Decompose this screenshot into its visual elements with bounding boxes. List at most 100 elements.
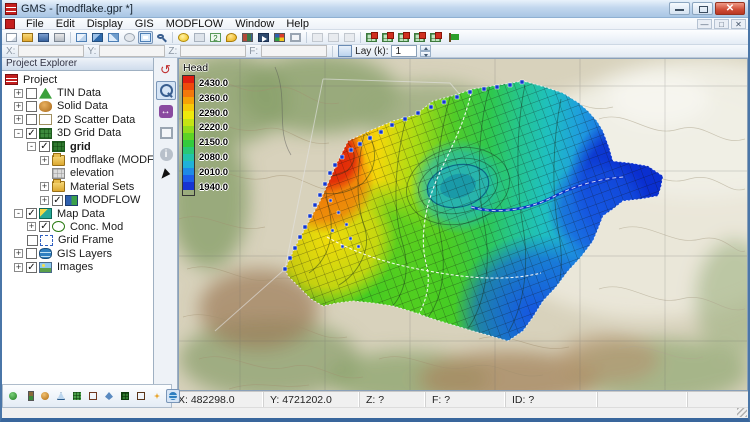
tree-item-gis-layers[interactable]: + GIS Layers — [2, 247, 153, 260]
checkbox[interactable] — [27, 235, 38, 246]
move-disabled-button[interactable] — [326, 31, 341, 44]
gis-module-icon[interactable] — [166, 389, 180, 403]
activate-cells-button[interactable] — [412, 31, 427, 44]
menu-help[interactable]: Help — [280, 18, 315, 30]
map-module-icon[interactable] — [150, 389, 164, 403]
expand-icon[interactable]: + — [40, 196, 49, 205]
title-bar[interactable]: GMS - [modflake.gpr *] ✕ — [2, 0, 748, 18]
grid2d-module-icon[interactable] — [70, 389, 84, 403]
tin-module-icon[interactable] — [6, 389, 20, 403]
menu-window[interactable]: Window — [229, 18, 280, 30]
frame-image-tool[interactable] — [156, 123, 176, 142]
shaded-view-button[interactable] — [90, 31, 105, 44]
bookshelf-button[interactable] — [240, 31, 255, 44]
mesh3d-module-icon[interactable] — [102, 389, 116, 403]
expand-icon[interactable]: + — [14, 89, 23, 98]
delete-disabled-button[interactable] — [342, 31, 357, 44]
solid-module-icon[interactable] — [38, 389, 52, 403]
menu-edit[interactable]: Edit — [50, 18, 81, 30]
plan-view-button[interactable] — [74, 31, 89, 44]
checkbox[interactable]: ✓ — [39, 141, 50, 152]
expand-icon[interactable]: + — [27, 222, 36, 231]
layer-spinner-value[interactable]: 1 — [391, 45, 417, 57]
select-disabled-button[interactable] — [310, 31, 325, 44]
tree-item-3d-grid-data[interactable]: - ✓ 3D Grid Data — [2, 127, 153, 140]
borehole-module-icon[interactable] — [22, 389, 36, 403]
checkbox[interactable]: ✓ — [39, 221, 50, 232]
oblique-view-button[interactable] — [106, 31, 121, 44]
create-grid-button[interactable] — [364, 31, 379, 44]
film-loop-button[interactable] — [256, 31, 271, 44]
tree-item-solid-data[interactable]: + Solid Data — [2, 100, 153, 113]
tree-item-tin-data[interactable]: + TIN Data — [2, 86, 153, 99]
pan-tool[interactable]: ↔ — [156, 102, 176, 121]
graphics-window[interactable]: Head 2430.02360.02290.02220.02150.02080.… — [178, 58, 748, 391]
duplicate-view-button[interactable] — [208, 31, 223, 44]
checkbox[interactable]: ✓ — [52, 195, 63, 206]
expand-icon[interactable]: + — [14, 249, 23, 258]
maximize-button[interactable] — [692, 2, 713, 15]
save-button[interactable] — [36, 31, 51, 44]
frame-image-button[interactable] — [138, 31, 153, 44]
tree-item-modflow[interactable]: + ✓ MODFLOW — [2, 194, 153, 207]
menu-modflow[interactable]: MODFLOW — [160, 18, 229, 30]
expand-icon[interactable]: + — [14, 115, 23, 124]
new-button[interactable] — [4, 31, 19, 44]
tree-item-modflake[interactable]: + modflake (MODFLOW) — [2, 153, 153, 166]
expand-icon[interactable]: + — [40, 156, 49, 165]
x-coord-input[interactable] — [18, 45, 84, 57]
properties-frame-button[interactable] — [288, 31, 303, 44]
checkbox[interactable]: ✓ — [26, 262, 37, 273]
expand-icon[interactable]: + — [14, 263, 23, 272]
child-close-button[interactable]: ✕ — [731, 19, 746, 29]
map-to-grid-button[interactable] — [380, 31, 395, 44]
checkbox[interactable]: ✓ — [26, 128, 37, 139]
rotate-tool[interactable]: ↺ — [156, 60, 176, 79]
menu-gis[interactable]: GIS — [129, 18, 160, 30]
f-coord-input[interactable] — [261, 45, 327, 57]
checkbox[interactable] — [26, 88, 37, 99]
collapse-icon[interactable]: - — [14, 129, 23, 138]
grid-options-button[interactable] — [428, 31, 443, 44]
expand-icon[interactable]: + — [14, 102, 23, 111]
zoom-button[interactable] — [154, 31, 169, 44]
checkbox[interactable]: ✓ — [26, 208, 37, 219]
scatter2d-module-icon[interactable] — [86, 389, 100, 403]
tree-item-2d-scatter-data[interactable]: + 2D Scatter Data — [2, 113, 153, 126]
tree-item-grid-frame[interactable]: Grid Frame — [2, 234, 153, 247]
child-restore-button[interactable]: □ — [714, 19, 729, 29]
tree-item-conc-mod[interactable]: + ✓ Conc. Mod — [2, 220, 153, 233]
child-minimize-button[interactable]: — — [697, 19, 712, 29]
tree-item-project[interactable]: Project — [2, 73, 153, 86]
oil-lamp-button[interactable] — [224, 31, 239, 44]
document-icon[interactable] — [5, 19, 15, 29]
z-coord-input[interactable] — [180, 45, 246, 57]
display-options-button[interactable] — [272, 31, 287, 44]
light-bulb-button[interactable] — [176, 31, 191, 44]
menu-display[interactable]: Display — [81, 18, 129, 30]
grid3d-module-icon[interactable] — [118, 389, 132, 403]
resize-grip[interactable] — [737, 408, 747, 417]
scatter3d-module-icon[interactable] — [134, 389, 148, 403]
checkbox[interactable] — [26, 114, 37, 125]
tree-item-grid[interactable]: - ✓ grid — [2, 140, 153, 153]
info-tool[interactable]: i — [156, 144, 176, 163]
checkbox[interactable] — [26, 248, 37, 259]
print-button[interactable] — [52, 31, 67, 44]
map-canvas[interactable] — [179, 59, 747, 390]
tree-item-images[interactable]: + ✓ Images — [2, 260, 153, 273]
open-button[interactable] — [20, 31, 35, 44]
tree-item-elevation[interactable]: elevation — [2, 167, 153, 180]
collapse-icon[interactable]: - — [27, 142, 36, 151]
select-arrow-tool[interactable] — [156, 165, 176, 184]
mesh2d-module-icon[interactable] — [54, 389, 68, 403]
window-layout-button[interactable] — [192, 31, 207, 44]
tree-item-material-sets[interactable]: + Material Sets — [2, 180, 153, 193]
expand-icon[interactable]: + — [40, 182, 49, 191]
y-coord-input[interactable] — [99, 45, 165, 57]
collapse-icon[interactable]: - — [14, 209, 23, 218]
refine-grid-button[interactable] — [396, 31, 411, 44]
shade-toggle-button[interactable] — [122, 31, 137, 44]
tree-item-map-data[interactable]: - ✓ Map Data — [2, 207, 153, 220]
zoom-tool[interactable] — [156, 81, 176, 100]
